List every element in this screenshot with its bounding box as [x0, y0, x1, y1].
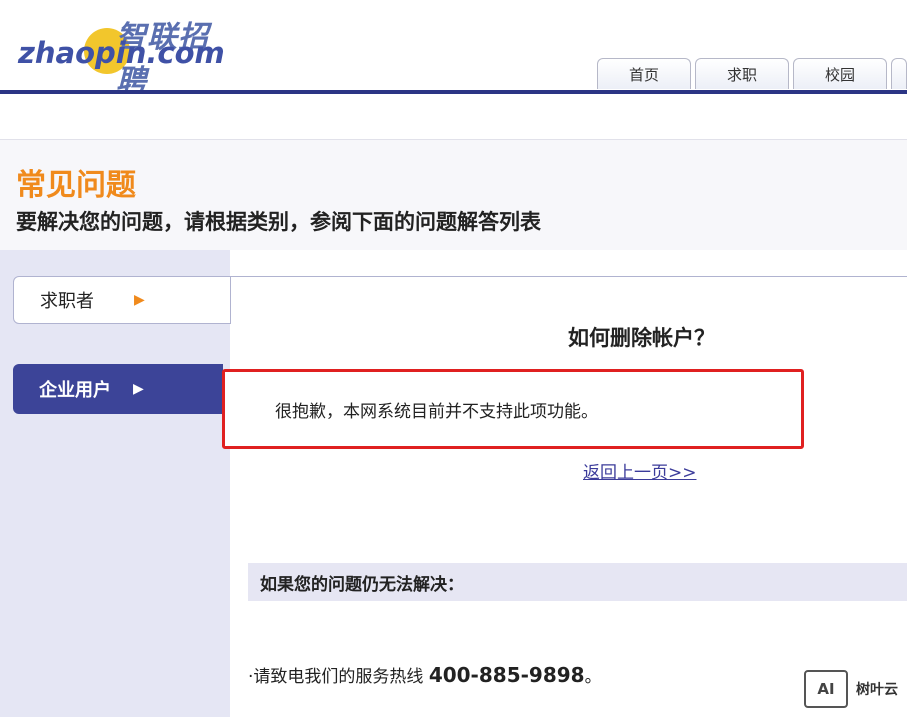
- tab-home[interactable]: 首页: [597, 58, 691, 89]
- tab-partial[interactable]: [891, 58, 907, 89]
- back-link[interactable]: 返回上一页>>: [583, 458, 697, 483]
- page-subtitle: 要解决您的问题，请根据类别，参阅下面的问题解答列表: [16, 210, 541, 234]
- watermark: AI 树叶云: [804, 670, 898, 708]
- answer-box: 很抱歉，本网系统目前并不支持此项功能。: [222, 369, 804, 449]
- hotline-number: 400-885-9898: [428, 663, 585, 687]
- answer-text: 很抱歉，本网系统目前并不支持此项功能。: [275, 401, 598, 422]
- sidebar-item-jobseeker[interactable]: 求职者 ▶: [13, 276, 231, 324]
- top-navigation: 首页 求职 校园: [593, 58, 907, 90]
- hotline-suffix: 。: [584, 667, 602, 687]
- tab-campus[interactable]: 校园: [793, 58, 887, 89]
- logo-english-text: zhaopin.com: [18, 36, 225, 70]
- header-divider: [0, 90, 907, 94]
- content-top-border: [231, 276, 907, 323]
- hotline-prefix: ·请致电我们的服务热线: [248, 667, 429, 687]
- help-heading-bar: 如果您的问题仍无法解决：: [248, 563, 907, 601]
- help-heading: 如果您的问题仍无法解决：: [260, 574, 464, 595]
- tab-jobs[interactable]: 求职: [695, 58, 789, 89]
- watermark-text: 树叶云: [856, 682, 898, 698]
- arrow-right-icon: ▶: [133, 381, 144, 397]
- zhaopin-logo[interactable]: 智联招聘 zhaopin.com: [18, 8, 238, 99]
- sidebar-item-label: 求职者: [40, 291, 94, 312]
- sidebar-item-enterprise[interactable]: 企业用户 ▶: [13, 364, 223, 414]
- arrow-right-icon: ▶: [134, 292, 145, 308]
- question-heading: 如何删除帐户？: [568, 326, 715, 350]
- page-title: 常见问题: [16, 168, 136, 203]
- watermark-logo: AI: [804, 670, 848, 708]
- sidebar-item-label: 企业用户: [39, 380, 111, 401]
- hotline-line: ·请致电我们的服务热线 400-885-9898。: [248, 662, 602, 687]
